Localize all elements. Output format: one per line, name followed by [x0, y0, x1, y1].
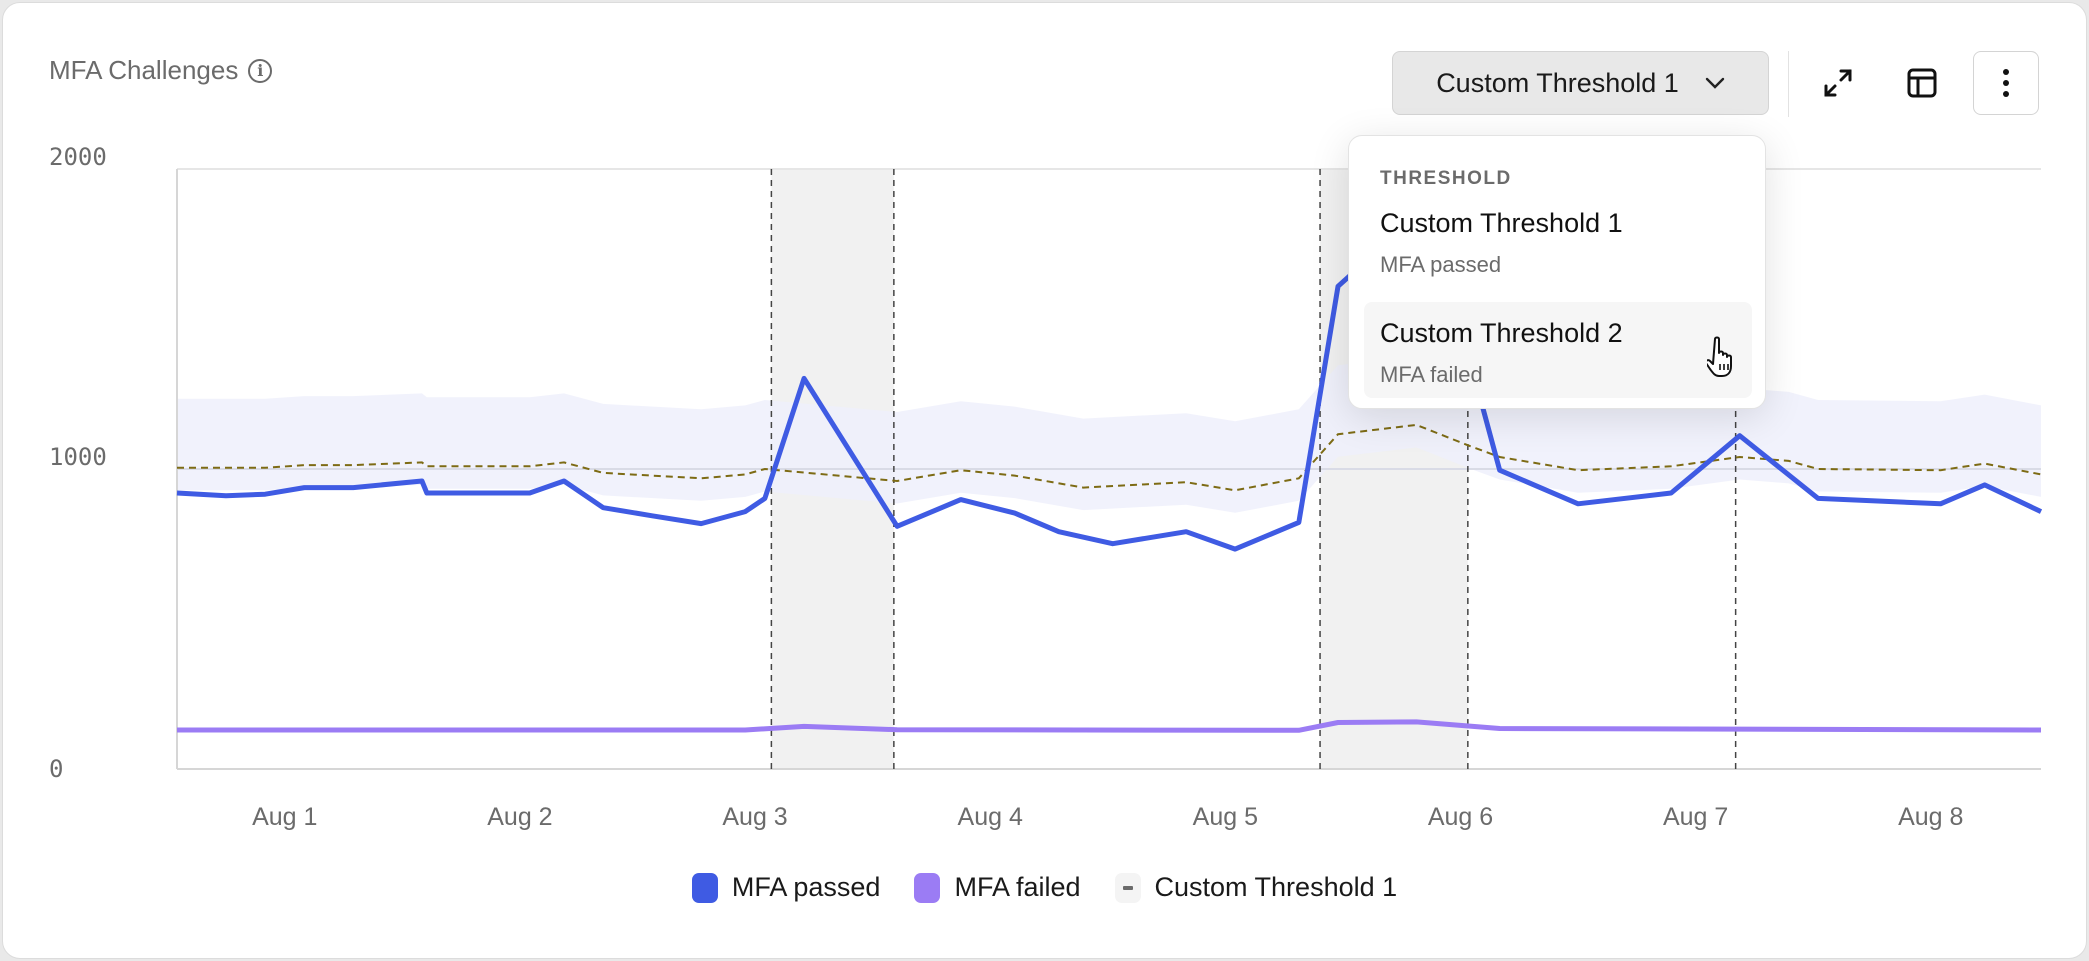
x-tick-label: Aug 6: [1427, 803, 1494, 831]
x-tick-label: Aug 3: [722, 803, 788, 831]
hand-pointer-icon: [1707, 336, 1732, 377]
chevron-down-icon: [1705, 77, 1725, 89]
x-tick-label: Aug 4: [957, 803, 1023, 831]
toolbar-divider: [1788, 51, 1789, 117]
threshold-select-value: Custom Threshold 1: [1436, 67, 1679, 98]
menu-item-custom-threshold-1[interactable]: Custom Threshold 1 MFA passed: [1364, 192, 1752, 288]
legend-item-mfa-passed[interactable]: MFA passed: [691, 872, 881, 903]
threshold-select[interactable]: Custom Threshold 1: [1392, 51, 1769, 115]
y-tick-label: 0: [49, 755, 64, 783]
table-view-button[interactable]: [1889, 51, 1955, 115]
menu-header: THRESHOLD: [1380, 168, 1512, 189]
menu-item-label: Custom Threshold 2: [1380, 318, 1623, 348]
legend-label: MFA passed: [731, 872, 881, 902]
legend-label: Custom Threshold 1: [1154, 872, 1398, 902]
y-tick-label: 2000: [49, 143, 107, 171]
x-tick-label: Aug 2: [487, 803, 553, 831]
legend-item-threshold[interactable]: Custom Threshold 1: [1114, 872, 1398, 903]
menu-item-custom-threshold-2[interactable]: Custom Threshold 2 MFA failed: [1364, 302, 1752, 398]
expand-button[interactable]: [1805, 51, 1871, 115]
legend-label: MFA failed: [954, 872, 1081, 902]
x-tick-label: Aug 7: [1662, 803, 1729, 831]
x-tick-label: Aug 5: [1192, 803, 1259, 831]
vertical-ellipsis-icon: [2003, 69, 2009, 97]
table-layout-icon: [1907, 68, 1937, 98]
chart-legend: MFA passed MFA failed Custom Threshold 1: [0, 872, 2089, 903]
expand-arrows-icon: [1824, 69, 1852, 97]
info-circle-icon[interactable]: i: [248, 58, 273, 83]
more-options-button[interactable]: [1973, 51, 2039, 115]
menu-item-sublabel: MFA passed: [1380, 252, 1502, 277]
legend-item-mfa-failed[interactable]: MFA failed: [914, 872, 1081, 903]
y-tick-label: 1000: [49, 443, 107, 471]
chart-title: MFA Challenges i: [49, 55, 273, 86]
series-line-mfa-failed: [177, 719, 2042, 733]
menu-item-label: Custom Threshold 1: [1380, 208, 1623, 238]
x-tick-label: Aug 1: [252, 803, 318, 831]
x-tick-label: Aug 8: [1898, 803, 1964, 831]
legend-swatch: [914, 872, 941, 903]
legend-swatch: [1114, 872, 1141, 903]
legend-swatch: [691, 872, 718, 903]
menu-item-sublabel: MFA failed: [1380, 362, 1483, 387]
threshold-dropdown-menu: THRESHOLD Custom Threshold 1 MFA passed …: [1348, 135, 1766, 409]
chart-title-text: MFA Challenges: [49, 55, 239, 85]
